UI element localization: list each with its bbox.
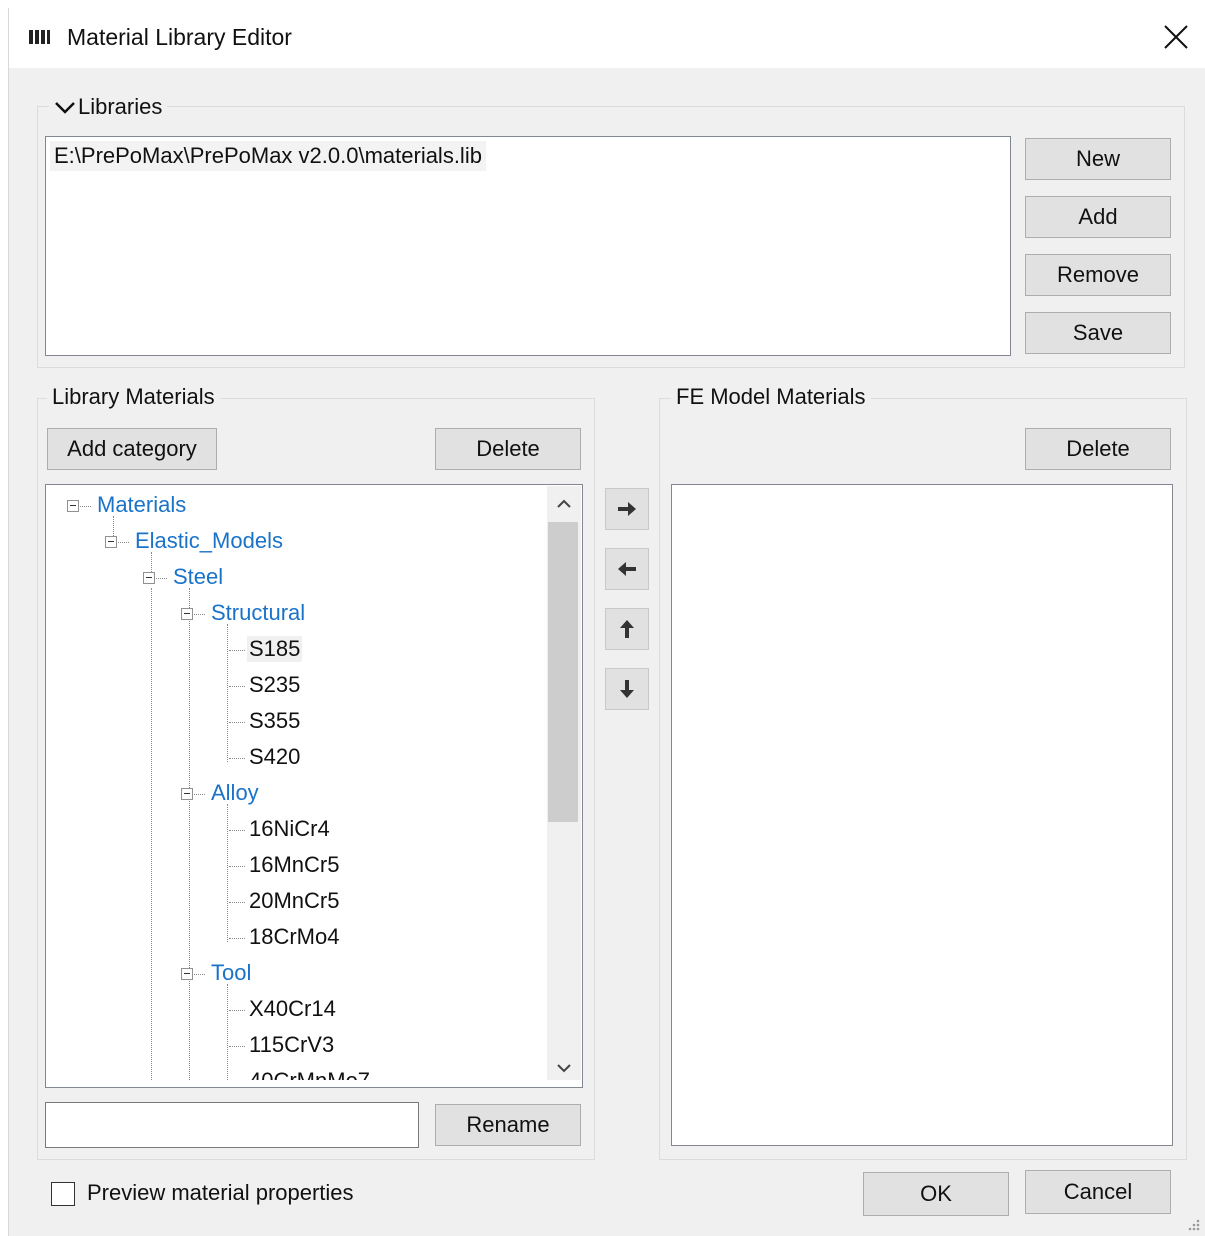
ok-button[interactable]: OK: [863, 1172, 1009, 1216]
tree-line: [229, 938, 245, 939]
collapse-toggle[interactable]: [181, 788, 193, 800]
preview-label[interactable]: Preview material properties: [87, 1180, 354, 1206]
tree-line: [229, 722, 245, 723]
resize-grip-icon[interactable]: [1185, 1216, 1201, 1232]
collapse-toggle[interactable]: [105, 536, 117, 548]
move-right-button[interactable]: [605, 488, 649, 530]
tree-node-steel[interactable]: Steel: [173, 564, 223, 590]
chevron-down-icon[interactable]: [54, 100, 76, 116]
tree-node-structural[interactable]: Structural: [211, 600, 305, 626]
tree-content: Materials Elastic_Models Steel Structura…: [47, 486, 545, 1080]
tree-line: [151, 588, 152, 1080]
arrow-left-icon: [618, 562, 636, 576]
tree-node-elastic-models[interactable]: Elastic_Models: [135, 528, 283, 554]
arrow-up-icon: [620, 620, 634, 638]
materials-tree[interactable]: Materials Elastic_Models Steel Structura…: [45, 484, 583, 1088]
libraries-list[interactable]: E:\PrePoMax\PrePoMax v2.0.0\materials.li…: [45, 136, 1011, 356]
tree-line: [229, 686, 245, 687]
tree-leaf[interactable]: 18CrMo4: [249, 924, 339, 950]
tree-line: [191, 974, 205, 975]
tree-line: [229, 758, 245, 759]
tree-line: [189, 588, 190, 1080]
arrow-down-icon: [620, 680, 634, 698]
tree-leaf[interactable]: S355: [249, 708, 300, 734]
libraries-label: Libraries: [78, 94, 163, 119]
tree-line: [191, 614, 205, 615]
tree-line: [229, 1046, 245, 1047]
libraries-header[interactable]: Libraries: [49, 94, 168, 120]
move-up-button[interactable]: [605, 608, 649, 650]
remove-button[interactable]: Remove: [1025, 254, 1171, 296]
tree-node-materials[interactable]: Materials: [97, 492, 186, 518]
scroll-thumb[interactable]: [548, 522, 578, 822]
tree-line: [153, 578, 167, 579]
tree-line: [227, 804, 228, 942]
chevron-up-icon: [557, 499, 571, 508]
chevron-down-icon: [557, 1064, 571, 1073]
tree-line: [227, 624, 228, 762]
save-button[interactable]: Save: [1025, 312, 1171, 354]
library-item[interactable]: E:\PrePoMax\PrePoMax v2.0.0\materials.li…: [50, 141, 486, 171]
tree-line: [229, 1010, 245, 1011]
tree-leaf[interactable]: 16MnCr5: [249, 852, 339, 878]
tree-line: [229, 902, 245, 903]
close-icon: [1164, 25, 1188, 49]
move-down-button[interactable]: [605, 668, 649, 710]
tree-line: [229, 830, 245, 831]
add-button[interactable]: Add: [1025, 196, 1171, 238]
app-icon: [29, 30, 51, 44]
tree-leaf[interactable]: X40Cr14: [249, 996, 336, 1022]
title-bar[interactable]: Material Library Editor: [9, 8, 1205, 68]
tree-leaf[interactable]: S235: [249, 672, 300, 698]
arrow-right-icon: [618, 502, 636, 516]
collapse-toggle[interactable]: [181, 968, 193, 980]
tree-line: [229, 650, 245, 651]
collapse-toggle[interactable]: [143, 572, 155, 584]
tree-line: [115, 542, 129, 543]
tree-leaf[interactable]: S185: [247, 636, 303, 662]
tree-line: [229, 866, 245, 867]
tree-line: [77, 506, 91, 507]
collapse-toggle[interactable]: [67, 500, 79, 512]
rename-input[interactable]: [45, 1102, 419, 1148]
new-button[interactable]: New: [1025, 138, 1171, 180]
window-title: Material Library Editor: [67, 24, 292, 50]
scroll-down-button[interactable]: [547, 1052, 581, 1084]
fe-delete-button[interactable]: Delete: [1025, 428, 1171, 470]
rename-button[interactable]: Rename: [435, 1104, 581, 1146]
fe-model-materials-list[interactable]: [671, 484, 1173, 1146]
tree-leaf[interactable]: S420: [249, 744, 300, 770]
tree-leaf[interactable]: 16NiCr4: [249, 816, 330, 842]
preview-checkbox[interactable]: [51, 1182, 75, 1206]
close-button[interactable]: [1149, 8, 1205, 68]
scroll-up-button[interactable]: [547, 488, 581, 520]
library-delete-button[interactable]: Delete: [435, 428, 581, 470]
tree-leaf[interactable]: 20MnCr5: [249, 888, 339, 914]
library-materials-label: Library Materials: [47, 384, 220, 410]
material-library-editor-window: Material Library Editor Libraries E:\Pre…: [8, 8, 1205, 1236]
move-left-button[interactable]: [605, 548, 649, 590]
cancel-button[interactable]: Cancel: [1025, 1170, 1171, 1214]
tree-node-tool[interactable]: Tool: [211, 960, 251, 986]
tree-leaf[interactable]: 40CrMnMo7: [249, 1068, 370, 1080]
tree-leaf[interactable]: 115CrV3: [249, 1032, 334, 1058]
tree-node-alloy[interactable]: Alloy: [211, 780, 259, 806]
tree-line: [191, 794, 205, 795]
tree-scrollbar[interactable]: [547, 486, 581, 1080]
add-category-button[interactable]: Add category: [47, 428, 217, 470]
tree-line: [227, 984, 228, 1080]
collapse-toggle[interactable]: [181, 608, 193, 620]
fe-model-materials-label: FE Model Materials: [671, 384, 871, 410]
